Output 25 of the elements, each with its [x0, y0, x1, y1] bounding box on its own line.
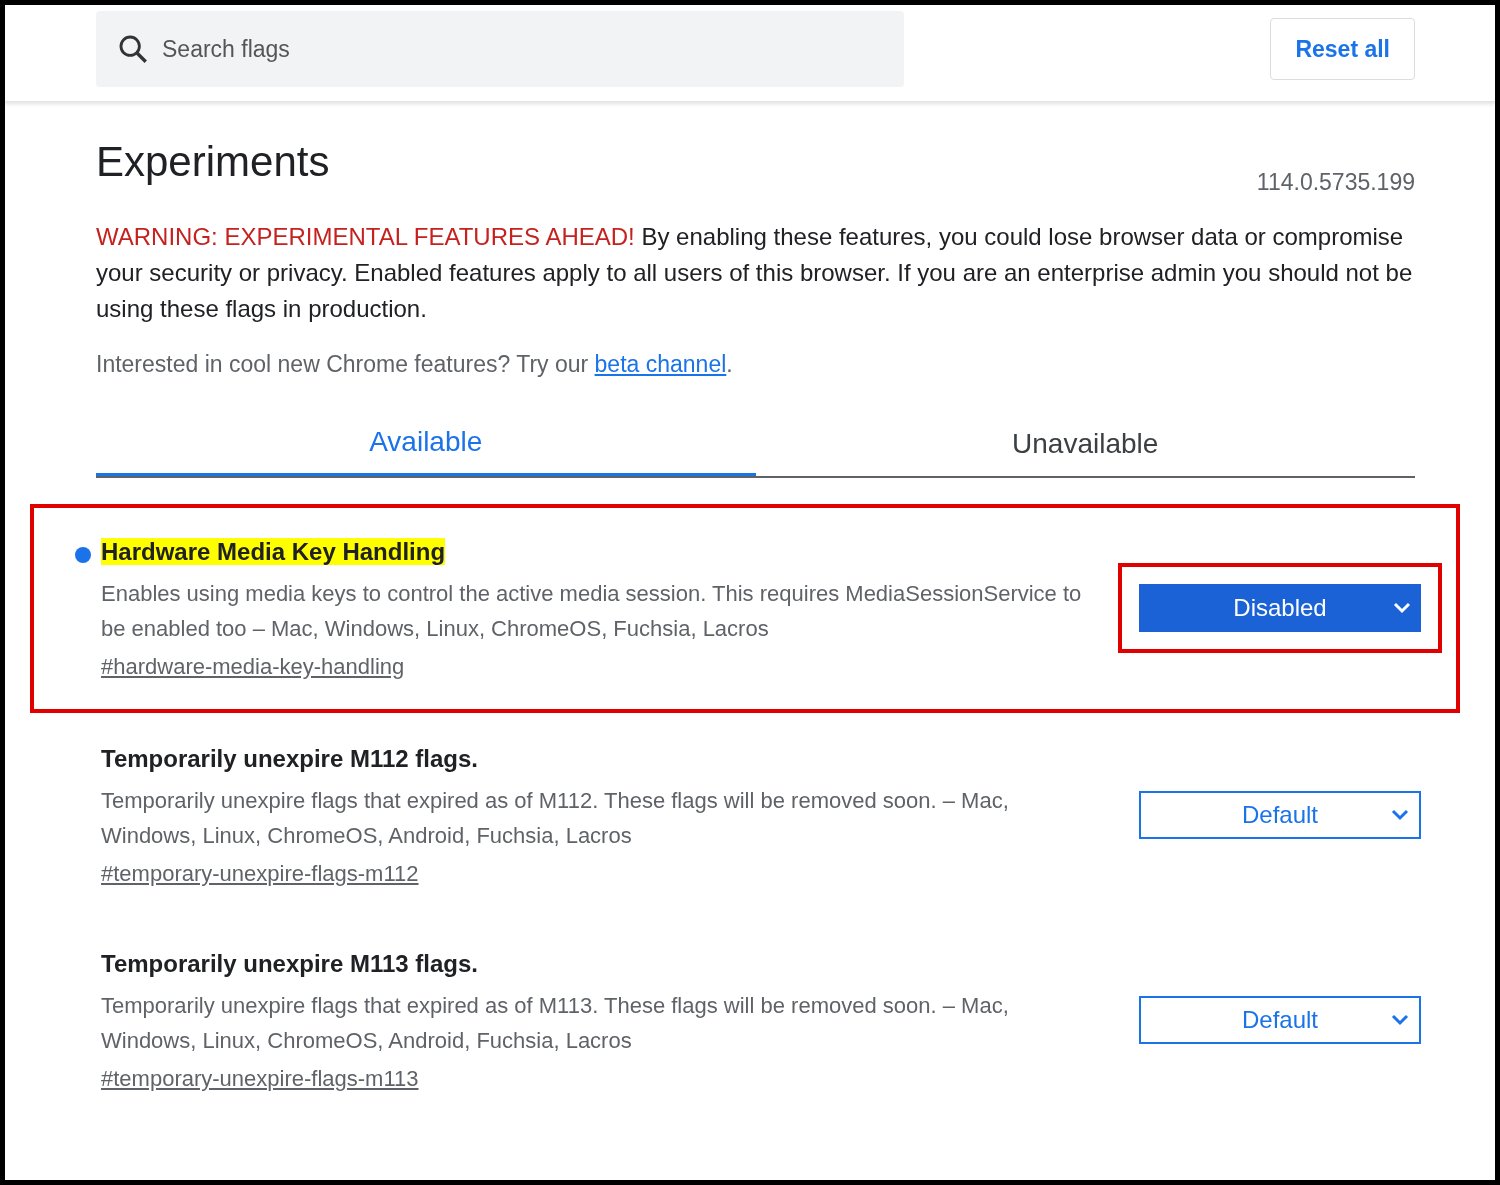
flag-dropdown[interactable]: Default	[1139, 996, 1421, 1044]
beta-text: Interested in cool new Chrome features? Try our beta channel.	[96, 351, 733, 377]
reset-all-button[interactable]: Reset all	[1270, 18, 1415, 80]
chevron-down-icon	[1393, 602, 1411, 614]
tab[interactable]: Unavailable	[755, 411, 1415, 476]
flag-dropdown[interactable]: Disabled	[1139, 584, 1421, 632]
flag-description: Enables using media keys to control the active media session. This requires MediaSessionService to be enabled too – Mac, Windows, Linux, ChromeOS, Fuchsia, Lacros	[101, 579, 1083, 643]
flag-title: Temporarily unexpire M113 flags.	[101, 949, 479, 977]
beta-channel-link[interactable]: beta channel	[594, 351, 727, 377]
flag-dropdown[interactable]: Default	[1139, 791, 1421, 839]
search-input[interactable]: Search flags	[162, 31, 884, 67]
flag-link[interactable]: #temporary-unexpire-flags-m112	[101, 860, 419, 886]
chevron-down-icon	[1391, 1014, 1409, 1026]
version-number: 114.0.5735.199	[1256, 167, 1415, 197]
flag-description: Temporarily unexpire flags that expired as of M113. These flags will be removed soon. – Mac, Windows, Linux, ChromeOS, Android, Fuchsia, Lacros	[101, 991, 1010, 1055]
page-title: Experiments	[96, 137, 330, 187]
search-bar[interactable]: Search flags	[96, 11, 904, 87]
flag-title: Hardware Media Key Handling	[101, 537, 446, 565]
chevron-down-icon	[1391, 809, 1409, 821]
flag-description: Temporarily unexpire flags that expired as of M112. These flags will be removed soon. – Mac, Windows, Linux, ChromeOS, Android, Fuchsia, Lacros	[101, 786, 1010, 850]
tab[interactable]: Available	[96, 411, 756, 476]
flag-title: Temporarily unexpire M112 flags.	[101, 744, 479, 772]
warning-paragraph: WARNING: EXPERIMENTAL FEATURES AHEAD! By enabling these features, you could lose browser data or compromise your security or privacy. Enabled features apply to all users of this browser. If you are an enterprise admin you should not be using these flags in production.	[96, 222, 1414, 324]
flag-link[interactable]: #temporary-unexpire-flags-m113	[101, 1065, 419, 1091]
flag-link[interactable]: #hardware-media-key-handling	[101, 653, 405, 679]
